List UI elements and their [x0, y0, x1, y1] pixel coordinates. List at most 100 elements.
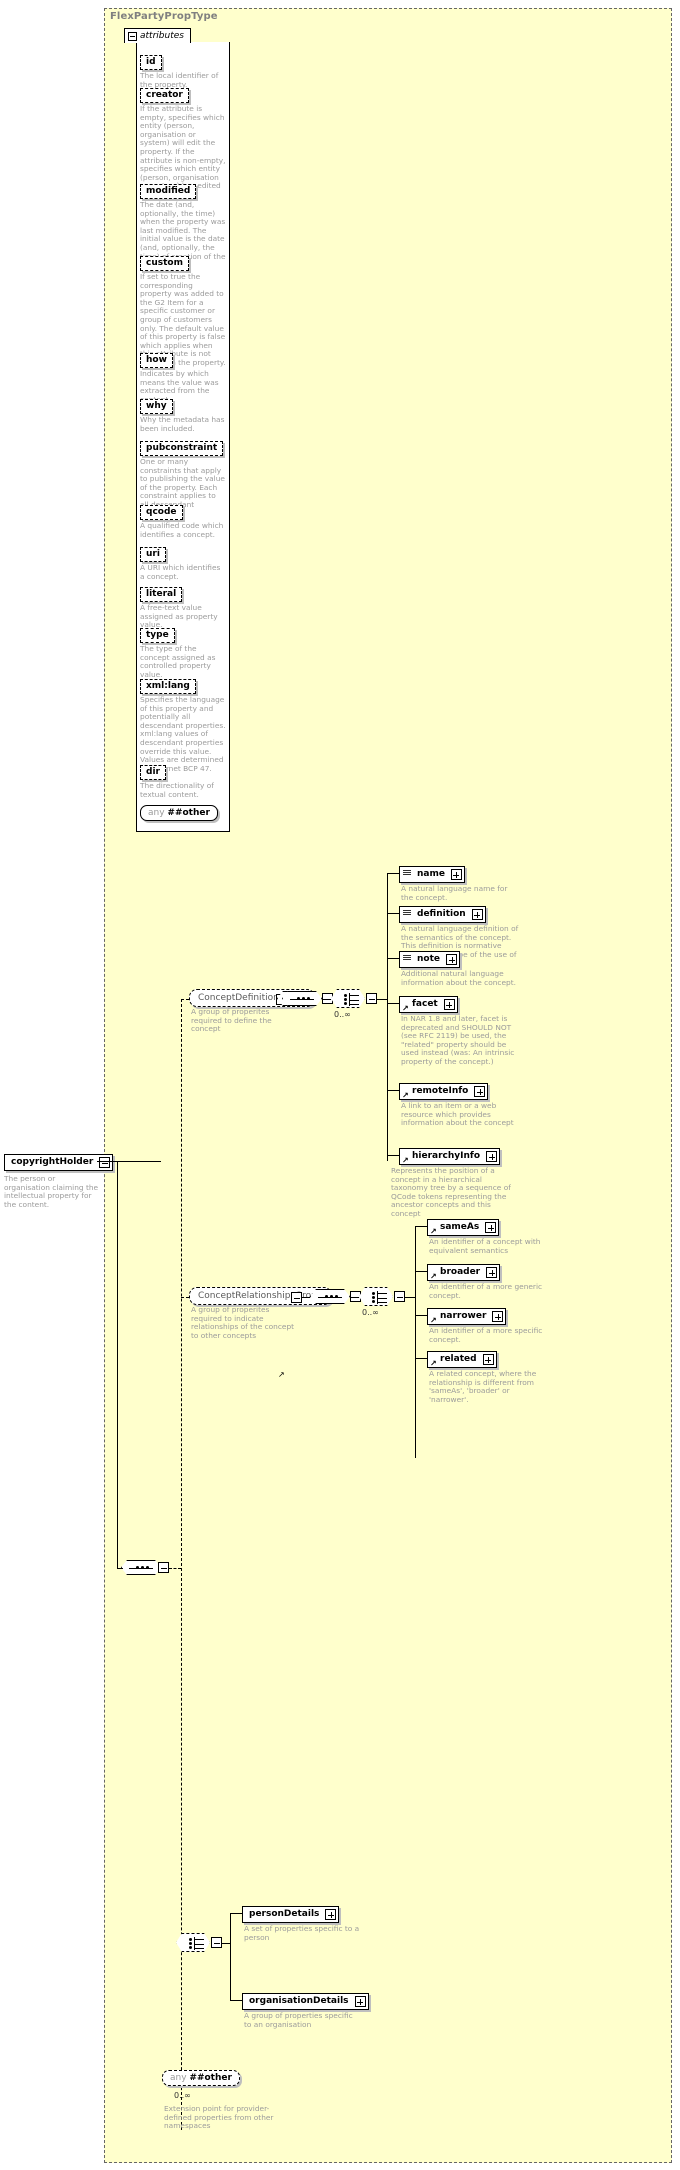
connector-line: [117, 1161, 118, 1568]
expand-icon[interactable]: [443, 999, 455, 1010]
choice-line: [378, 1293, 387, 1294]
element-definition[interactable]: definition: [399, 906, 486, 923]
sequence-symbol-cdg-wrap[interactable]: [282, 991, 333, 1007]
attribute-uri[interactable]: uri A URI which identifies a concept.: [140, 547, 226, 581]
choice-line: [195, 1943, 204, 1945]
choice-dot: [344, 994, 347, 997]
group-description: A group of properites required to indica…: [191, 1305, 295, 1340]
attribute-chip[interactable]: id: [140, 55, 162, 70]
element-hierarchyInfo[interactable]: ↗ hierarchyInfo: [399, 1148, 501, 1165]
expand-icon[interactable]: [354, 1996, 366, 2007]
element-box[interactable]: personDetails: [242, 1906, 340, 1923]
sequence-symbol[interactable]: [282, 991, 322, 1006]
element-copyrightHolder[interactable]: copyrightHolder: [4, 1154, 114, 1171]
element-organisationDetails[interactable]: organisationDetails: [242, 1993, 369, 2010]
element-box[interactable]: ↗ remoteInfo: [399, 1083, 489, 1100]
expand-icon[interactable]: [486, 1267, 498, 1278]
element-box[interactable]: ↗ sameAs: [427, 1219, 500, 1236]
expand-icon[interactable]: [446, 954, 457, 965]
sequence-collapse-icon[interactable]: [158, 1562, 169, 1573]
inherited-arrow-icon: ↗: [402, 1004, 409, 1013]
expand-icon[interactable]: [474, 1086, 486, 1097]
expand-icon[interactable]: [471, 909, 483, 920]
any-other-block[interactable]: any ##other: [162, 2070, 240, 2086]
attribute-chip[interactable]: qcode: [140, 505, 183, 520]
expand-icon[interactable]: [486, 1151, 498, 1162]
attribute-chip[interactable]: uri: [140, 547, 166, 562]
element-note[interactable]: note: [399, 951, 460, 968]
element-box[interactable]: name: [399, 866, 465, 883]
sequence-dot: [136, 1566, 139, 1569]
collapse-icon[interactable]: [99, 1157, 111, 1168]
content-lines-icon: [403, 909, 411, 920]
sequence-symbol-crg-wrap[interactable]: [310, 1289, 361, 1305]
attribute-chip[interactable]: custom: [140, 256, 189, 271]
attribute-any-other[interactable]: any ##other: [140, 805, 218, 821]
attribute-creator[interactable]: creator If the attribute is empty, speci…: [140, 88, 226, 200]
element-related[interactable]: ↗ related: [427, 1351, 497, 1368]
element-personDetails[interactable]: personDetails: [242, 1906, 340, 1923]
sequence-symbol-main[interactable]: [121, 1560, 161, 1575]
choice-symbol-details[interactable]: [176, 1933, 210, 1952]
attributes-tab[interactable]: attributes: [124, 28, 191, 43]
choice-collapse-icon[interactable]: [394, 1291, 405, 1302]
connector-line: [415, 1226, 427, 1227]
connector-line: [405, 1297, 415, 1298]
attribute-id[interactable]: id The local identifier of the property.: [140, 55, 226, 89]
choice-symbol-cdg[interactable]: [331, 989, 365, 1008]
attribute-description: A qualified code which identifies a conc…: [140, 521, 224, 539]
element-box[interactable]: definition: [399, 906, 486, 923]
collapse-icon[interactable]: [128, 31, 137, 41]
any-other-chip[interactable]: any ##other: [140, 805, 218, 821]
connector-line: [97, 1161, 161, 1162]
element-box[interactable]: ↗ broader: [427, 1264, 501, 1281]
attribute-xml-lang[interactable]: xml:lang ↗ Specifies the language of thi…: [140, 679, 285, 1379]
element-narrower[interactable]: ↗ narrower: [427, 1308, 507, 1325]
attribute-literal[interactable]: literal A free-text value assigned as pr…: [140, 587, 226, 630]
attribute-chip[interactable]: type: [140, 628, 175, 643]
attribute-chip[interactable]: dir: [140, 765, 166, 780]
element-box[interactable]: note: [399, 951, 460, 968]
any-other-chip[interactable]: any ##other: [162, 2070, 240, 2086]
choice-symbol-crg[interactable]: [359, 1287, 393, 1306]
attribute-chip[interactable]: xml:lang: [140, 679, 196, 694]
expand-icon[interactable]: [482, 1354, 494, 1365]
attribute-custom[interactable]: custom If set to true the corresponding …: [140, 256, 226, 368]
element-sameAs[interactable]: ↗ sameAs: [427, 1219, 500, 1236]
group-description: A group of properites required to define…: [191, 1007, 272, 1034]
sequence-symbol[interactable]: [310, 1289, 350, 1304]
element-box[interactable]: copyrightHolder: [4, 1154, 114, 1171]
element-name[interactable]: name: [399, 866, 465, 883]
expand-icon[interactable]: [492, 1311, 504, 1322]
attribute-type[interactable]: type The type of the concept assigned as…: [140, 628, 226, 679]
attribute-chip[interactable]: creator: [140, 88, 189, 103]
attribute-why[interactable]: why Why the metadata has been included.: [140, 399, 226, 433]
element-broader[interactable]: ↗ broader: [427, 1264, 501, 1281]
attribute-chip[interactable]: why: [140, 399, 173, 414]
choice-collapse-icon[interactable]: [366, 993, 377, 1004]
element-box[interactable]: ↗ related: [427, 1351, 497, 1368]
element-box[interactable]: ↗ hierarchyInfo: [399, 1148, 501, 1165]
attribute-qcode[interactable]: qcode A qualified code which identifies …: [140, 505, 226, 539]
choice-collapse-icon[interactable]: [211, 1937, 222, 1948]
attribute-chip[interactable]: modified: [140, 184, 197, 199]
attribute-chip[interactable]: literal: [140, 587, 183, 602]
attribute-chip[interactable]: pubconstraint: [140, 441, 224, 456]
expand-icon[interactable]: [485, 1222, 497, 1233]
expand-icon[interactable]: [450, 869, 462, 880]
element-remoteInfo[interactable]: ↗ remoteInfo: [399, 1083, 489, 1100]
any-namespace-label: ##other: [189, 2073, 232, 2083]
choice-dot: [189, 1938, 192, 1941]
connector-line: [377, 999, 387, 1000]
attribute-dir[interactable]: dir The directionality of textual conten…: [140, 765, 226, 799]
connector-line: [387, 1003, 399, 1004]
element-box[interactable]: ↗ facet: [399, 996, 458, 1013]
element-box[interactable]: ↗ narrower: [427, 1308, 507, 1325]
attribute-how[interactable]: how Indicates by which means the value w…: [140, 353, 226, 404]
expand-icon[interactable]: [325, 1909, 337, 1920]
group-collapse-icon[interactable]: [291, 1292, 302, 1303]
attribute-chip[interactable]: how: [140, 353, 173, 368]
element-facet[interactable]: ↗ facet: [399, 996, 458, 1013]
element-box[interactable]: organisationDetails: [242, 1993, 369, 2010]
element-label: hierarchyInfo: [412, 1151, 481, 1161]
